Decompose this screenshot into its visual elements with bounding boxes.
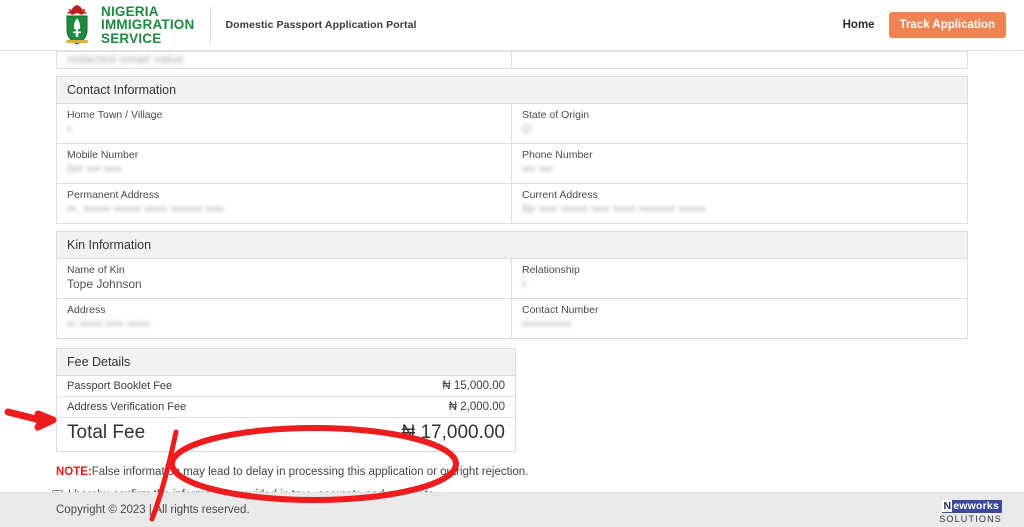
site-footer: Copyright © 2023 | All rights reserved. … — [0, 492, 1024, 527]
brand-lockup: NIGERIA IMMIGRATION SERVICE Domestic Pas… — [62, 4, 417, 46]
field-current-address: Current Address N• •••• •••••• •••• ••••… — [512, 184, 967, 223]
fee-row-address-verification: Address Verification Fee ₦ 2,000.00 — [57, 397, 515, 418]
track-application-button[interactable]: Track Application — [888, 12, 1006, 38]
field-label: Name of Kin — [67, 264, 125, 276]
field-value: ••••••••••• — [522, 317, 572, 331]
table-row: Address •• ••••• •••• ••••• Contact Numb… — [57, 298, 967, 338]
clipped-row: redacted email value — [57, 51, 967, 68]
fee-amount: ₦ 2,000.00 — [448, 401, 505, 413]
field-label: Current Address — [522, 189, 598, 201]
logo-line-3: SERVICE — [101, 30, 162, 46]
clipped-email-value: redacted email value — [67, 52, 184, 66]
field-label: State of Origin — [522, 109, 590, 121]
field-value: ••• ••• — [522, 162, 553, 176]
fee-details-table: Fee Details Passport Booklet Fee ₦ 15,00… — [56, 348, 516, 452]
note-body: False information may lead to delay in p… — [91, 466, 529, 478]
field-phone-number: Phone Number ••• ••• — [512, 144, 967, 183]
table-row: Name of Kin Tope Johnson Relationship • — [57, 259, 967, 298]
passport-application-summary-page: NIGERIA IMMIGRATION SERVICE Domestic Pas… — [0, 0, 1024, 527]
clipped-field-row: redacted email value — [56, 51, 968, 69]
field-kin-contact-number: Contact Number ••••••••••• — [512, 299, 967, 338]
total-fee-amount: ₦ 17,000.00 — [401, 422, 505, 443]
site-header: NIGERIA IMMIGRATION SERVICE Domestic Pas… — [0, 0, 1024, 51]
total-fee-label: Total Fee — [67, 422, 146, 443]
field-value: O — [522, 122, 532, 136]
table-row: Permanent Address ••, •••••• •••••• ••••… — [57, 183, 967, 223]
contact-information-section: Contact Information Home Town / Village … — [56, 76, 968, 224]
note-tag: NOTE: — [56, 466, 92, 478]
fee-label: Passport Booklet Fee — [67, 380, 173, 392]
vendor-name: Newworks — [942, 499, 1002, 513]
field-label: Address — [67, 304, 106, 316]
field-value: •• ••••• •••• ••••• — [67, 317, 150, 331]
field-value: • — [67, 122, 72, 136]
table-row: Home Town / Village • State of Origin O — [57, 104, 967, 143]
field-value: N• •••• •••••• •••• ••••• •••••••• •••••… — [522, 202, 706, 216]
fee-details-heading: Fee Details — [57, 349, 515, 376]
field-label: Home Town / Village — [67, 109, 163, 121]
table-row: Mobile Number 0•• ••• •••• Phone Number … — [57, 143, 967, 183]
kin-section-heading: Kin Information — [56, 231, 968, 259]
note-text: NOTE:False information may lead to delay… — [56, 466, 1024, 478]
fee-label: Address Verification Fee — [67, 401, 187, 413]
kin-information-section: Kin Information Name of Kin Tope Johnson… — [56, 231, 968, 339]
field-relationship: Relationship • — [512, 259, 967, 298]
field-label: Mobile Number — [67, 149, 139, 161]
brand-divider — [210, 6, 212, 44]
logo-line-2: IMMIGRATION — [101, 17, 195, 33]
field-label: Relationship — [522, 264, 580, 276]
vendor-subtitle: SOLUTIONS — [939, 513, 1002, 524]
nigeria-coat-of-arms-icon — [62, 4, 92, 46]
contact-section-heading: Contact Information — [56, 76, 968, 104]
main-content: redacted email value Contact Information… — [0, 51, 1024, 527]
vendor-initial: N — [942, 499, 953, 512]
contact-fields-table: Home Town / Village • State of Origin O … — [56, 104, 968, 224]
header-nav: Home Track Application — [843, 12, 1006, 38]
clipped-cell-right — [512, 52, 967, 68]
copyright-text: Copyright © 2023 | All rights reserved. — [56, 504, 250, 516]
field-value: ••, •••••• •••••• ••••• ••••••• •••• — [67, 202, 224, 216]
field-mobile-number: Mobile Number 0•• ••• •••• — [57, 144, 512, 183]
nis-wordmark: NIGERIA IMMIGRATION SERVICE — [101, 3, 195, 46]
nav-home-link[interactable]: Home — [843, 19, 875, 31]
portal-title: Domestic Passport Application Portal — [225, 19, 417, 31]
field-home-town: Home Town / Village • — [57, 104, 512, 143]
logo-line-1: NIGERIA — [101, 3, 159, 19]
field-value: 0•• ••• •••• — [67, 162, 122, 176]
vendor-name-rest: ewworks — [953, 499, 999, 512]
field-label: Permanent Address — [67, 189, 160, 201]
kin-fields-table: Name of Kin Tope Johnson Relationship • … — [56, 259, 968, 339]
field-label: Phone Number — [522, 149, 593, 161]
field-permanent-address: Permanent Address ••, •••••• •••••• ••••… — [57, 184, 512, 223]
field-state-of-origin: State of Origin O — [512, 104, 967, 143]
field-label: Contact Number — [522, 304, 599, 316]
field-value: Tope Johnson — [67, 277, 142, 291]
field-name-of-kin: Name of Kin Tope Johnson — [57, 259, 512, 298]
fee-amount: ₦ 15,000.00 — [442, 380, 505, 392]
field-kin-address: Address •• ••••• •••• ••••• — [57, 299, 512, 338]
fee-row-total: Total Fee ₦ 17,000.00 — [57, 418, 515, 451]
fee-row-passport-booklet: Passport Booklet Fee ₦ 15,000.00 — [57, 376, 515, 397]
vendor-logo: Newworks SOLUTIONS — [939, 496, 1002, 525]
field-value: • — [522, 277, 527, 291]
clipped-cell-left: redacted email value — [57, 52, 512, 68]
